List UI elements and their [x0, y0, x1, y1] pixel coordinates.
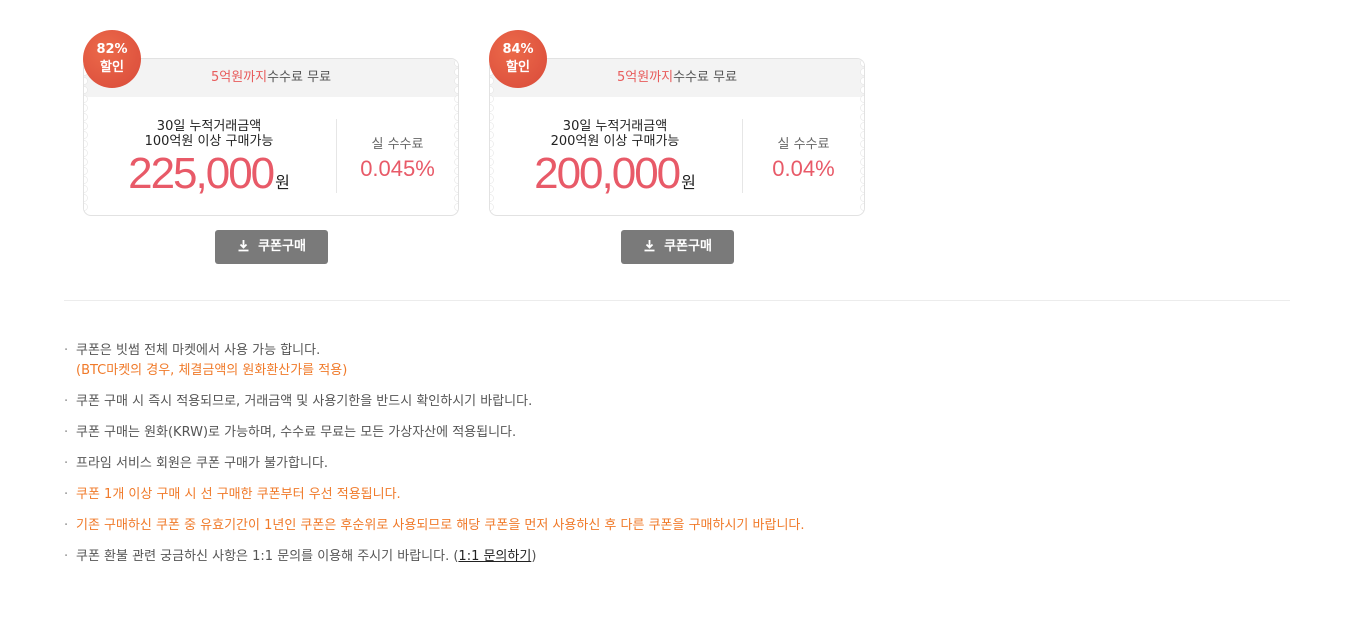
- coupon-header-text: 수수료 무료: [673, 70, 738, 85]
- notice-text-end: ): [531, 549, 537, 564]
- notice-item: · 쿠폰 구매는 원화(KRW)로 가능하며, 수수료 무료는 모든 가상자산에…: [64, 424, 1264, 441]
- coupon-fee: 실 수수료 0.04%: [743, 133, 864, 182]
- coupon-body: 30일 누적거래금액 100억원 이상 구매가능 225,000 원 실 수수료 …: [84, 97, 458, 215]
- download-icon: [644, 240, 655, 252]
- fee-value: 0.04%: [772, 156, 835, 181]
- coupon-limit-amount: 5억원까지: [210, 70, 268, 85]
- notice-item: · 쿠폰 구매 시 즉시 적용되므로, 거래금액 및 사용기한을 반드시 확인하…: [64, 393, 1264, 410]
- coupon-fee: 실 수수료 0.045%: [337, 133, 458, 182]
- inquiry-link[interactable]: 1:1 문의하기: [458, 549, 531, 564]
- bullet: ·: [64, 343, 69, 358]
- discount-badge: 82% 할인: [83, 30, 141, 88]
- notice-list: · 쿠폰은 빗썸 전체 마켓에서 사용 가능 합니다. (BTC마켓의 경우, …: [64, 342, 1264, 579]
- price-value: 225,000: [128, 149, 275, 198]
- notice-text: 프라임 서비스 회원은 쿠폰 구매가 불가합니다.: [76, 456, 329, 471]
- notice-item-highlight: · 기존 구매하신 쿠폰 중 유효기간이 1년인 쿠폰은 후순위로 사용되므로 …: [64, 517, 1264, 534]
- condition-line-1: 30일 누적거래금액: [156, 119, 262, 134]
- buy-coupon-button[interactable]: 쿠폰구매: [215, 230, 328, 264]
- notice-subtext: (BTC마켓의 경우, 체결금액의 원화환산가를 적용): [76, 363, 348, 378]
- discount-label: 할인: [506, 60, 530, 75]
- coupon-ticket: 5억원까지수수료 무료 30일 누적거래금액 100억원 이상 구매가능 225…: [83, 58, 459, 216]
- download-icon: [238, 240, 249, 252]
- coupon-ticket: 5억원까지수수료 무료 30일 누적거래금액 200억원 이상 구매가능 200…: [489, 58, 865, 216]
- discount-badge: 84% 할인: [489, 30, 547, 88]
- bullet: ·: [64, 394, 69, 409]
- bullet: ·: [64, 518, 69, 533]
- notice-text: 쿠폰 구매는 원화(KRW)로 가능하며, 수수료 무료는 모든 가상자산에 적…: [76, 425, 517, 440]
- notice-item: · 쿠폰 환불 관련 궁금하신 사항은 1:1 문의를 이용해 주시기 바랍니다…: [64, 548, 1264, 565]
- fee-value: 0.045%: [360, 156, 435, 181]
- notice-text: 기존 구매하신 쿠폰 중 유효기간이 1년인 쿠폰은 후순위로 사용되므로 해당…: [76, 518, 805, 533]
- notice-text: 쿠폰 환불 관련 궁금하신 사항은 1:1 문의를 이용해 주시기 바랍니다. …: [76, 549, 459, 564]
- bullet: ·: [64, 456, 69, 471]
- condition-line-1: 30일 누적거래금액: [562, 119, 668, 134]
- notice-text: 쿠폰은 빗썸 전체 마켓에서 사용 가능 합니다.: [76, 343, 321, 358]
- buy-coupon-button[interactable]: 쿠폰구매: [621, 230, 734, 264]
- coupon-header-text: 수수료 무료: [267, 70, 332, 85]
- coupon-price: 200,000 원: [490, 149, 740, 199]
- notice-item: · 쿠폰은 빗썸 전체 마켓에서 사용 가능 합니다. (BTC마켓의 경우, …: [64, 342, 1264, 379]
- bullet: ·: [64, 425, 69, 440]
- fee-label: 실 수수료: [777, 137, 830, 152]
- price-unit: 원: [275, 173, 290, 192]
- discount-percent: 82%: [96, 42, 128, 57]
- bullet: ·: [64, 549, 69, 564]
- section-divider: [64, 300, 1290, 301]
- discount-percent: 84%: [502, 42, 534, 57]
- notice-item-highlight: · 쿠폰 1개 이상 구매 시 선 구매한 쿠폰부터 우선 적용됩니다.: [64, 486, 1264, 503]
- condition-line-2: 100억원 이상 구매가능: [144, 134, 274, 149]
- bullet: ·: [64, 487, 69, 502]
- discount-label: 할인: [100, 60, 124, 75]
- price-value: 200,000: [534, 149, 681, 198]
- buy-button-label: 쿠폰구매: [258, 239, 306, 254]
- coupon-price: 225,000 원: [84, 149, 334, 199]
- notice-text: 쿠폰 1개 이상 구매 시 선 구매한 쿠폰부터 우선 적용됩니다.: [76, 487, 401, 502]
- notice-text: 쿠폰 구매 시 즉시 적용되므로, 거래금액 및 사용기한을 반드시 확인하시기…: [76, 394, 533, 409]
- coupon-condition: 30일 누적거래금액 100억원 이상 구매가능: [84, 119, 334, 149]
- coupon-condition: 30일 누적거래금액 200억원 이상 구매가능: [490, 119, 740, 149]
- buy-button-label: 쿠폰구매: [664, 239, 712, 254]
- condition-line-2: 200억원 이상 구매가능: [550, 134, 680, 149]
- price-unit: 원: [681, 173, 696, 192]
- notice-item: · 프라임 서비스 회원은 쿠폰 구매가 불가합니다.: [64, 455, 1264, 472]
- coupon-body: 30일 누적거래금액 200억원 이상 구매가능 200,000 원 실 수수료 …: [490, 97, 864, 215]
- coupon-limit-amount: 5억원까지: [616, 70, 674, 85]
- fee-label: 실 수수료: [371, 137, 424, 152]
